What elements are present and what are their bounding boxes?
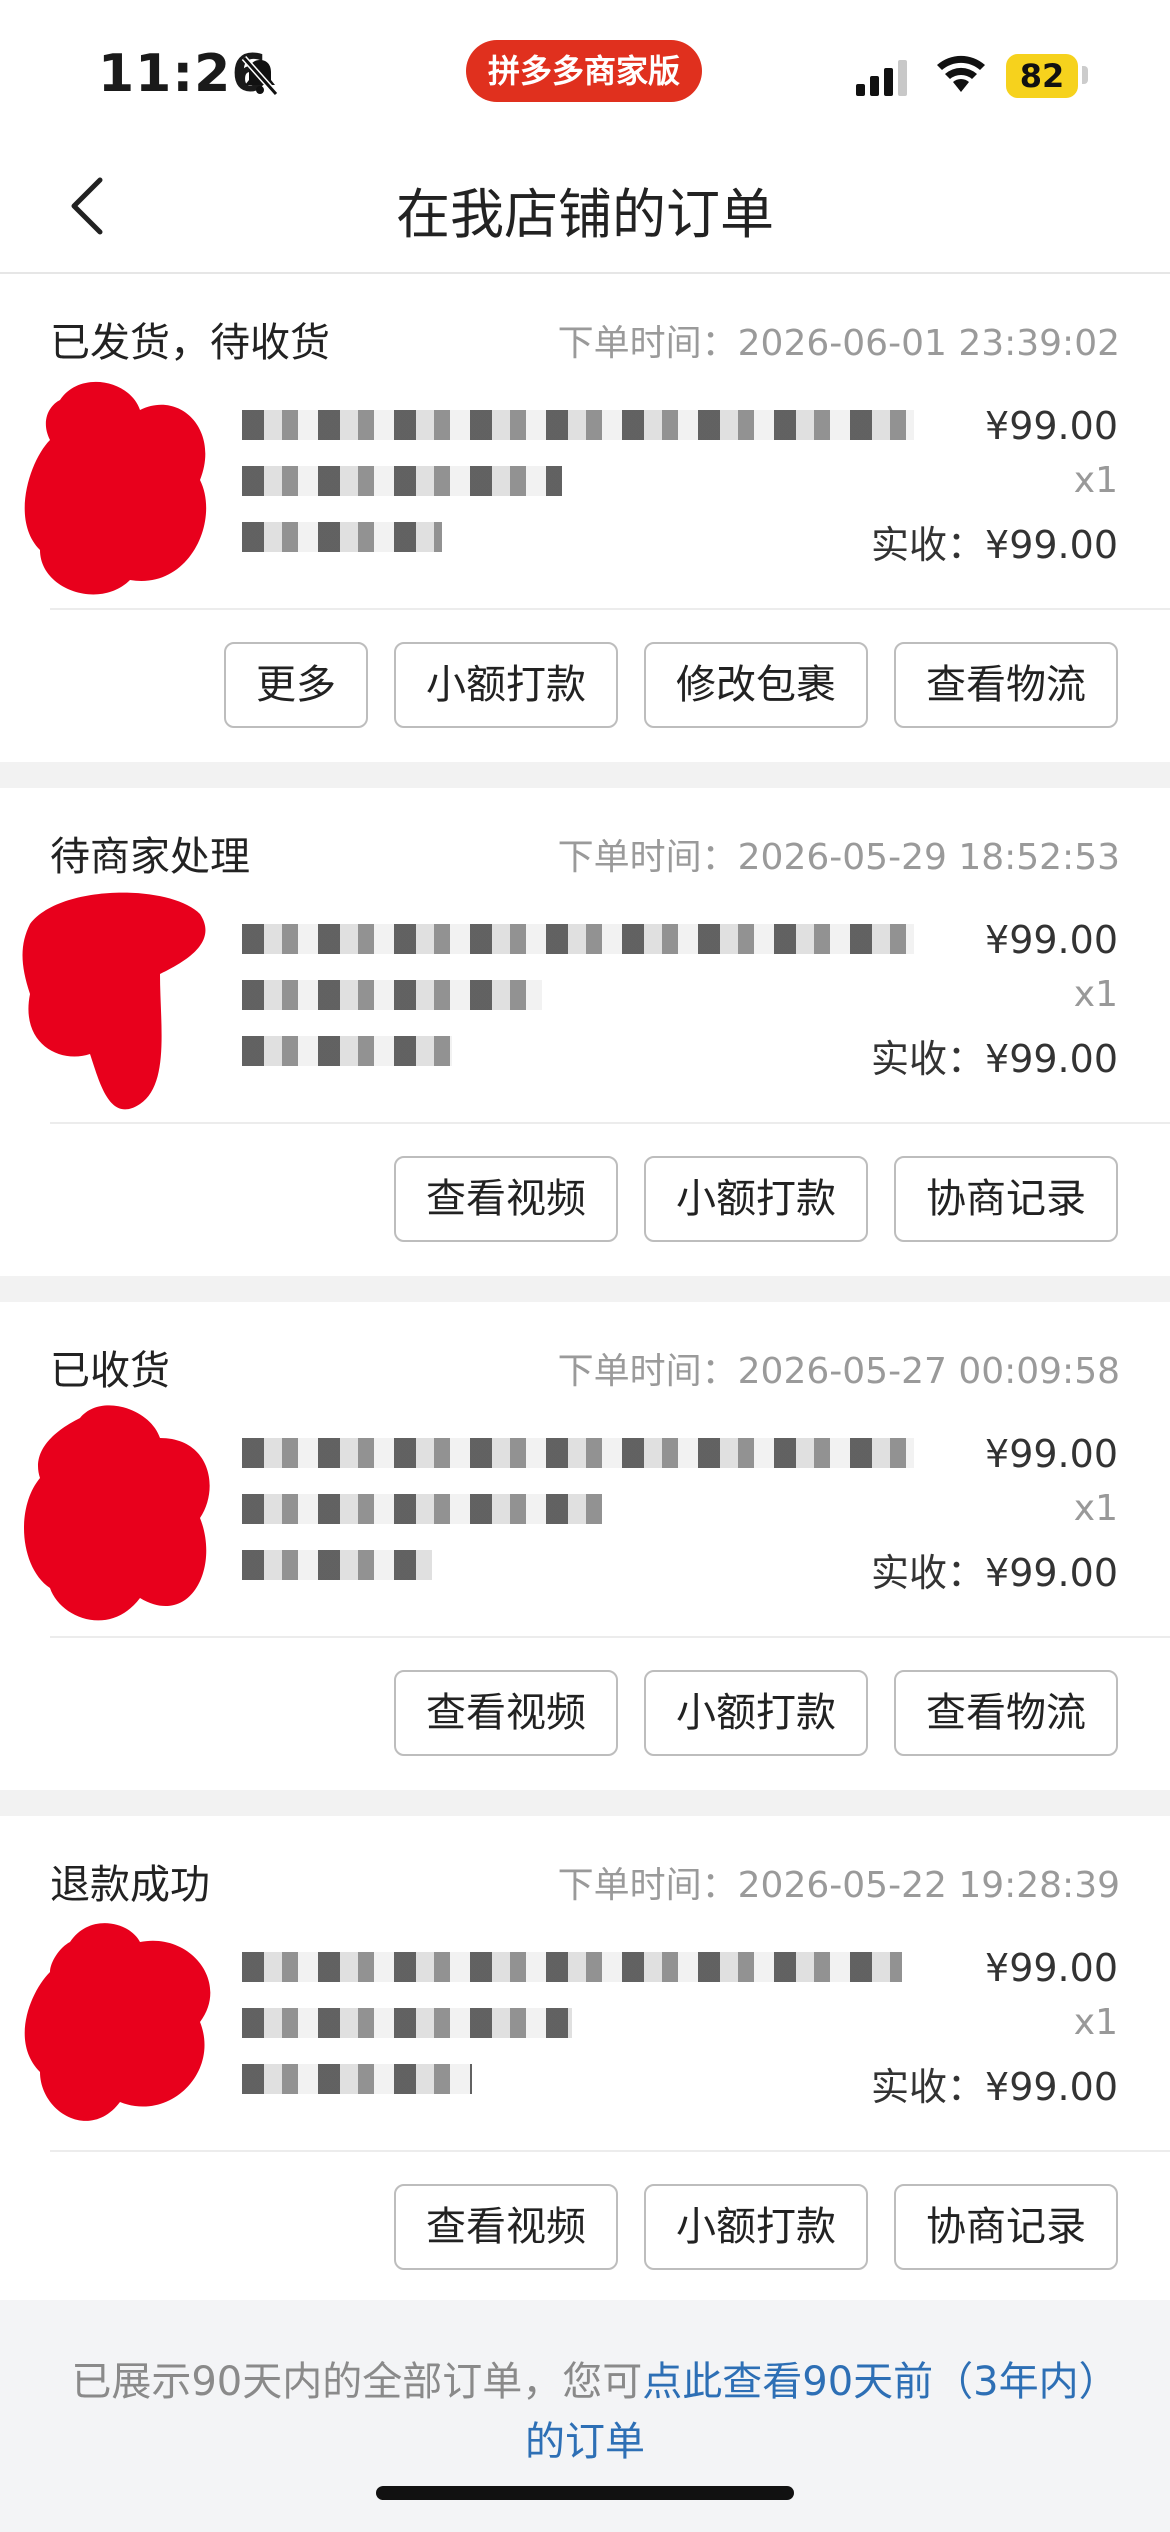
view-logistics-button[interactable]: 查看物流 [894,1670,1118,1756]
order-time: 下单时间：2026-05-27 00:09:58 [557,1351,1120,1392]
negotiation-record-button[interactable]: 协商记录 [894,1156,1118,1242]
order-actions: 查看视频 小额打款 协商记录 [394,2184,1118,2270]
product-sku-redacted [242,2064,472,2094]
small-payment-button[interactable]: 小额打款 [644,2184,868,2270]
battery-level: 82 [1006,54,1078,98]
item-price: ¥99.00 [985,1432,1118,1476]
product-spec-redacted [242,2008,572,2038]
item-quantity: x1 [1073,1488,1118,1529]
order-card[interactable]: 退款成功 下单时间：2026-05-22 19:28:39 ¥99.00 x1 … [0,1816,1170,2300]
product-spec-redacted [242,1494,602,1524]
order-actions: 查看视频 小额打款 协商记录 [394,1156,1118,1242]
divider [50,608,1170,610]
nav-bar: 在我店铺的订单 [0,140,1170,274]
page-title: 在我店铺的订单 [396,183,774,246]
order-card[interactable]: 待商家处理 下单时间：2026-05-29 18:52:53 ¥99.00 x1… [0,788,1170,1276]
product-spec-redacted [242,980,542,1010]
order-status: 退款成功 [50,1862,210,1908]
view-logistics-button[interactable]: 查看物流 [894,642,1118,728]
product-image-redacted [24,381,207,595]
order-time: 下单时间：2026-05-22 19:28:39 [557,1865,1120,1906]
order-time: 下单时间：2026-05-29 18:52:53 [557,837,1120,878]
more-button[interactable]: 更多 [224,642,368,728]
history-notice-text: 已展示90天内的全部订单，您可 [71,2359,643,2405]
view-video-button[interactable]: 查看视频 [394,2184,618,2270]
card-separator [0,762,1170,788]
item-quantity: x1 [1073,2002,1118,2043]
divider [50,1636,1170,1638]
product-title-redacted [242,1438,914,1468]
received-amount: 实收：¥99.00 [871,1037,1118,1081]
history-notice: 已展示90天内的全部订单，您可点此查看90天前（3年内）的订单 [70,2352,1100,2472]
item-quantity: x1 [1073,974,1118,1015]
product-sku-redacted [242,1036,452,1066]
received-amount: 实收：¥99.00 [871,523,1118,567]
order-status: 待商家处理 [50,834,250,880]
negotiation-record-button[interactable]: 协商记录 [894,2184,1118,2270]
order-actions: 查看视频 小额打款 查看物流 [394,1670,1118,1756]
edit-package-button[interactable]: 修改包裹 [644,642,868,728]
order-actions: 更多 小额打款 修改包裹 查看物流 [224,642,1118,728]
view-video-button[interactable]: 查看视频 [394,1670,618,1756]
battery-cap [1082,66,1088,84]
wifi-icon [937,55,985,92]
item-price: ¥99.00 [985,1946,1118,1990]
card-separator [0,1276,1170,1302]
order-status: 已发货，待收货 [50,320,330,366]
product-sku-redacted [242,522,442,552]
product-title-redacted [242,924,914,954]
product-title-redacted [242,410,914,440]
product-title-redacted [242,1952,902,1982]
product-image-redacted [23,1405,210,1621]
status-bar: 11:26 拼多多商家版 82 [0,0,1170,140]
divider [50,2150,1170,2152]
view-video-button[interactable]: 查看视频 [394,1156,618,1242]
home-indicator[interactable] [376,2486,794,2500]
product-image-redacted [24,1923,211,2121]
item-price: ¥99.00 [985,404,1118,448]
order-status: 已收货 [50,1348,170,1394]
signal-icon [856,60,907,96]
product-image-redacted [22,892,206,1110]
order-card[interactable]: 已发货，待收货 下单时间：2026-06-01 23:39:02 ¥99.00 … [0,274,1170,762]
item-price: ¥99.00 [985,918,1118,962]
product-sku-redacted [242,1550,432,1580]
small-payment-button[interactable]: 小额打款 [644,1670,868,1756]
order-time: 下单时间：2026-06-01 23:39:02 [557,323,1120,364]
small-payment-button[interactable]: 小额打款 [394,642,618,728]
order-card[interactable]: 已收货 下单时间：2026-05-27 00:09:58 ¥99.00 x1 实… [0,1302,1170,1790]
product-spec-redacted [242,466,562,496]
app-badge: 拼多多商家版 [466,40,702,102]
received-amount: 实收：¥99.00 [871,2065,1118,2109]
received-amount: 实收：¥99.00 [871,1551,1118,1595]
card-separator [0,1790,1170,1816]
bell-muted-icon [241,56,279,96]
page: 11:26 拼多多商家版 82 在我店铺的订单 已发货，待收货 下单时间：202… [0,0,1170,2532]
divider [50,1122,1170,1124]
small-payment-button[interactable]: 小额打款 [644,1156,868,1242]
item-quantity: x1 [1073,460,1118,501]
